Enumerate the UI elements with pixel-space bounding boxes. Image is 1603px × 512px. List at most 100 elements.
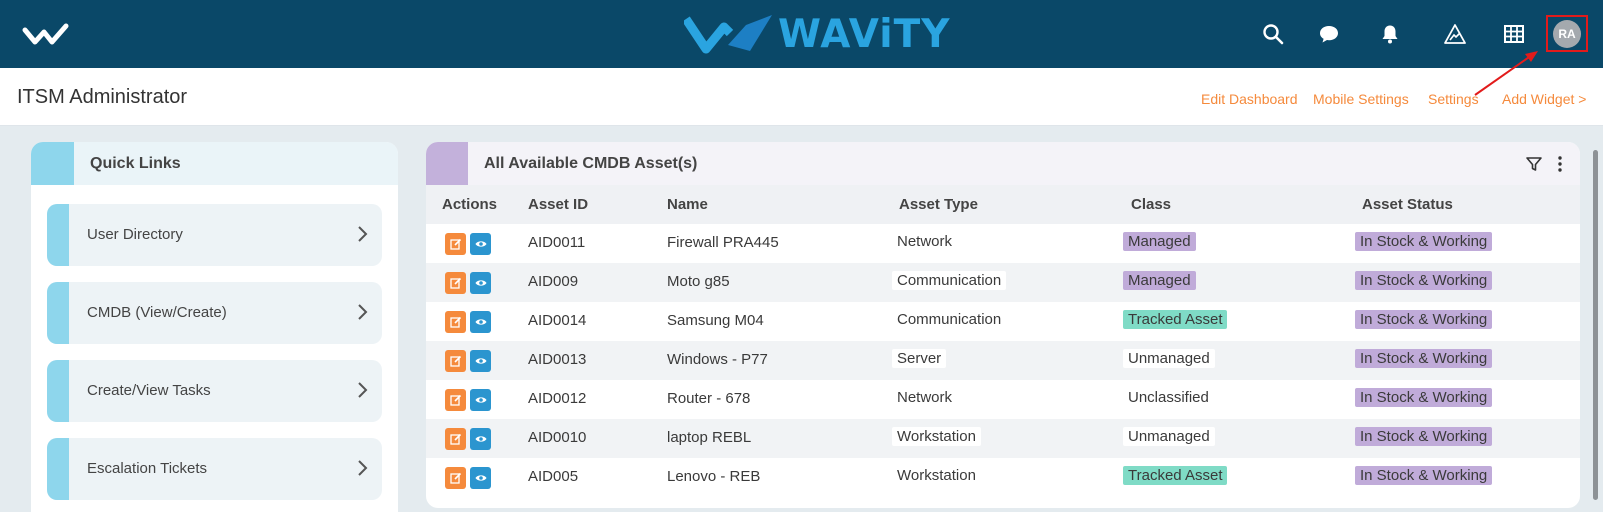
asset-name-cell: Firewall PRA445	[667, 234, 779, 251]
table-row[interactable]: AID005 Lenovo - REB Workstation Tracked Ass…	[426, 458, 1580, 497]
column-header-name[interactable]: Name	[667, 196, 708, 213]
view-button[interactable]	[470, 467, 491, 489]
edit-button[interactable]	[445, 428, 466, 450]
status-badge: In Stock & Working	[1355, 388, 1493, 407]
asset-type-cell: Server	[892, 349, 947, 368]
view-button[interactable]	[470, 311, 491, 333]
eye-icon	[475, 241, 486, 247]
quick-link-label: Create/View Tasks	[87, 382, 211, 399]
brand-name: WAViTY	[778, 11, 951, 57]
asset-name-cell: Lenovo - REB	[667, 468, 761, 485]
user-avatar-highlight[interactable]: RA	[1546, 15, 1588, 52]
column-header-asset-type[interactable]: Asset Type	[899, 196, 978, 213]
quick-link-cmdb[interactable]: CMDB (View/Create)	[47, 282, 382, 344]
table-row[interactable]: AID0010 laptop REBL Workstation Unmanaged In…	[426, 419, 1580, 458]
column-header-asset-status[interactable]: Asset Status	[1362, 196, 1453, 213]
view-button[interactable]	[470, 350, 491, 372]
quick-link-label: CMDB (View/Create)	[87, 304, 227, 321]
asset-type-cell: Communication	[892, 310, 1007, 329]
edit-button[interactable]	[445, 350, 466, 372]
top-navigation-bar: WAViTY RA	[0, 0, 1603, 68]
brand-logo: WAViTY	[684, 10, 951, 58]
asset-id-cell: AID0012	[528, 390, 587, 407]
mobile-settings-link[interactable]: Mobile Settings	[1313, 91, 1409, 107]
settings-link[interactable]: Settings	[1428, 91, 1479, 107]
view-button[interactable]	[470, 428, 491, 450]
quick-link-user-directory[interactable]: User Directory	[47, 204, 382, 266]
triangle-alert-icon[interactable]	[1441, 20, 1469, 48]
asset-name-cell: Windows - P77	[667, 351, 768, 368]
column-header-actions: Actions	[442, 196, 498, 213]
edit-button[interactable]	[445, 311, 466, 333]
chat-icon[interactable]	[1315, 20, 1343, 48]
cmdb-assets-panel: All Available CMDB Asset(s) Actions Asse…	[426, 142, 1580, 508]
asset-type-cell: Network	[892, 388, 958, 407]
search-icon[interactable]	[1259, 20, 1287, 48]
view-button[interactable]	[470, 272, 491, 294]
cmdb-accent	[426, 142, 468, 185]
table-row[interactable]: AID0011 Firewall PRA445 Network Managed In S…	[426, 224, 1580, 263]
edit-button[interactable]	[445, 467, 466, 489]
table-row[interactable]: AID0012 Router - 678 Network Unclassified In…	[426, 380, 1580, 419]
quick-link-escalation[interactable]: Escalation Tickets	[47, 438, 382, 500]
edit-icon	[449, 472, 461, 484]
quick-link-label: User Directory	[87, 226, 183, 243]
edit-button[interactable]	[445, 389, 466, 411]
chevron-right-icon	[358, 304, 368, 320]
quick-links-title: Quick Links	[90, 155, 181, 172]
table-header-row: Actions Asset ID Name Asset Type Class A…	[426, 185, 1580, 224]
grid-icon[interactable]	[1500, 20, 1528, 48]
class-badge: Unmanaged	[1123, 349, 1215, 368]
quick-links-panel: Quick Links User Directory CMDB (View/Cr…	[31, 142, 398, 512]
edit-icon	[449, 433, 461, 445]
asset-type-cell: Communication	[892, 271, 1007, 290]
scrollbar-thumb[interactable]	[1593, 150, 1598, 500]
chevron-right-icon	[358, 382, 368, 398]
bell-icon[interactable]	[1376, 20, 1404, 48]
asset-type-cell: Workstation	[892, 427, 981, 446]
more-options-icon[interactable]	[1556, 155, 1564, 173]
edit-icon	[449, 394, 461, 406]
avatar[interactable]: RA	[1553, 19, 1581, 48]
status-badge: In Stock & Working	[1355, 232, 1493, 251]
cmdb-title: All Available CMDB Asset(s)	[484, 155, 698, 172]
class-badge: Managed	[1123, 271, 1196, 290]
eye-icon	[475, 358, 486, 364]
table-row[interactable]: AID009 Moto g85 Communication Managed In Sto…	[426, 263, 1580, 302]
eye-icon	[475, 436, 486, 442]
edit-button[interactable]	[445, 233, 466, 255]
quick-links-accent	[31, 142, 74, 185]
quick-link-accent	[47, 438, 69, 500]
eye-icon	[475, 280, 486, 286]
quick-link-label: Escalation Tickets	[87, 460, 208, 477]
eye-icon	[475, 319, 486, 325]
quick-link-accent	[47, 282, 69, 344]
quick-link-accent	[47, 360, 69, 422]
view-button[interactable]	[470, 389, 491, 411]
wavity-small-logo-icon[interactable]	[22, 20, 70, 48]
eye-icon	[475, 475, 486, 481]
table-row[interactable]: AID0013 Windows - P77 Server Unmanaged In St…	[426, 341, 1580, 380]
edit-icon	[449, 277, 461, 289]
status-badge: In Stock & Working	[1355, 271, 1493, 290]
edit-icon	[449, 316, 461, 328]
view-button[interactable]	[470, 233, 491, 255]
cmdb-header: All Available CMDB Asset(s)	[426, 142, 1580, 185]
quick-link-tasks[interactable]: Create/View Tasks	[47, 360, 382, 422]
class-badge: Tracked Asset	[1123, 466, 1228, 485]
asset-id-cell: AID0011	[528, 234, 586, 251]
asset-name-cell: laptop REBL	[667, 429, 752, 446]
class-badge: Managed	[1123, 232, 1196, 251]
add-widget-link[interactable]: Add Widget >	[1502, 91, 1586, 107]
edit-button[interactable]	[445, 272, 466, 294]
quick-link-accent	[47, 204, 69, 266]
dashboard-header: ITSM Administrator Edit Dashboard Mobile…	[0, 68, 1603, 126]
edit-dashboard-link[interactable]: Edit Dashboard	[1201, 91, 1298, 107]
table-row[interactable]: AID0014 Samsung M04 Communication Tracked A…	[426, 302, 1580, 341]
column-header-class[interactable]: Class	[1131, 196, 1171, 213]
status-badge: In Stock & Working	[1355, 427, 1493, 446]
asset-name-cell: Router - 678	[667, 390, 751, 407]
asset-id-cell: AID0013	[528, 351, 587, 368]
column-header-asset-id[interactable]: Asset ID	[528, 196, 588, 213]
filter-icon[interactable]	[1525, 155, 1543, 173]
